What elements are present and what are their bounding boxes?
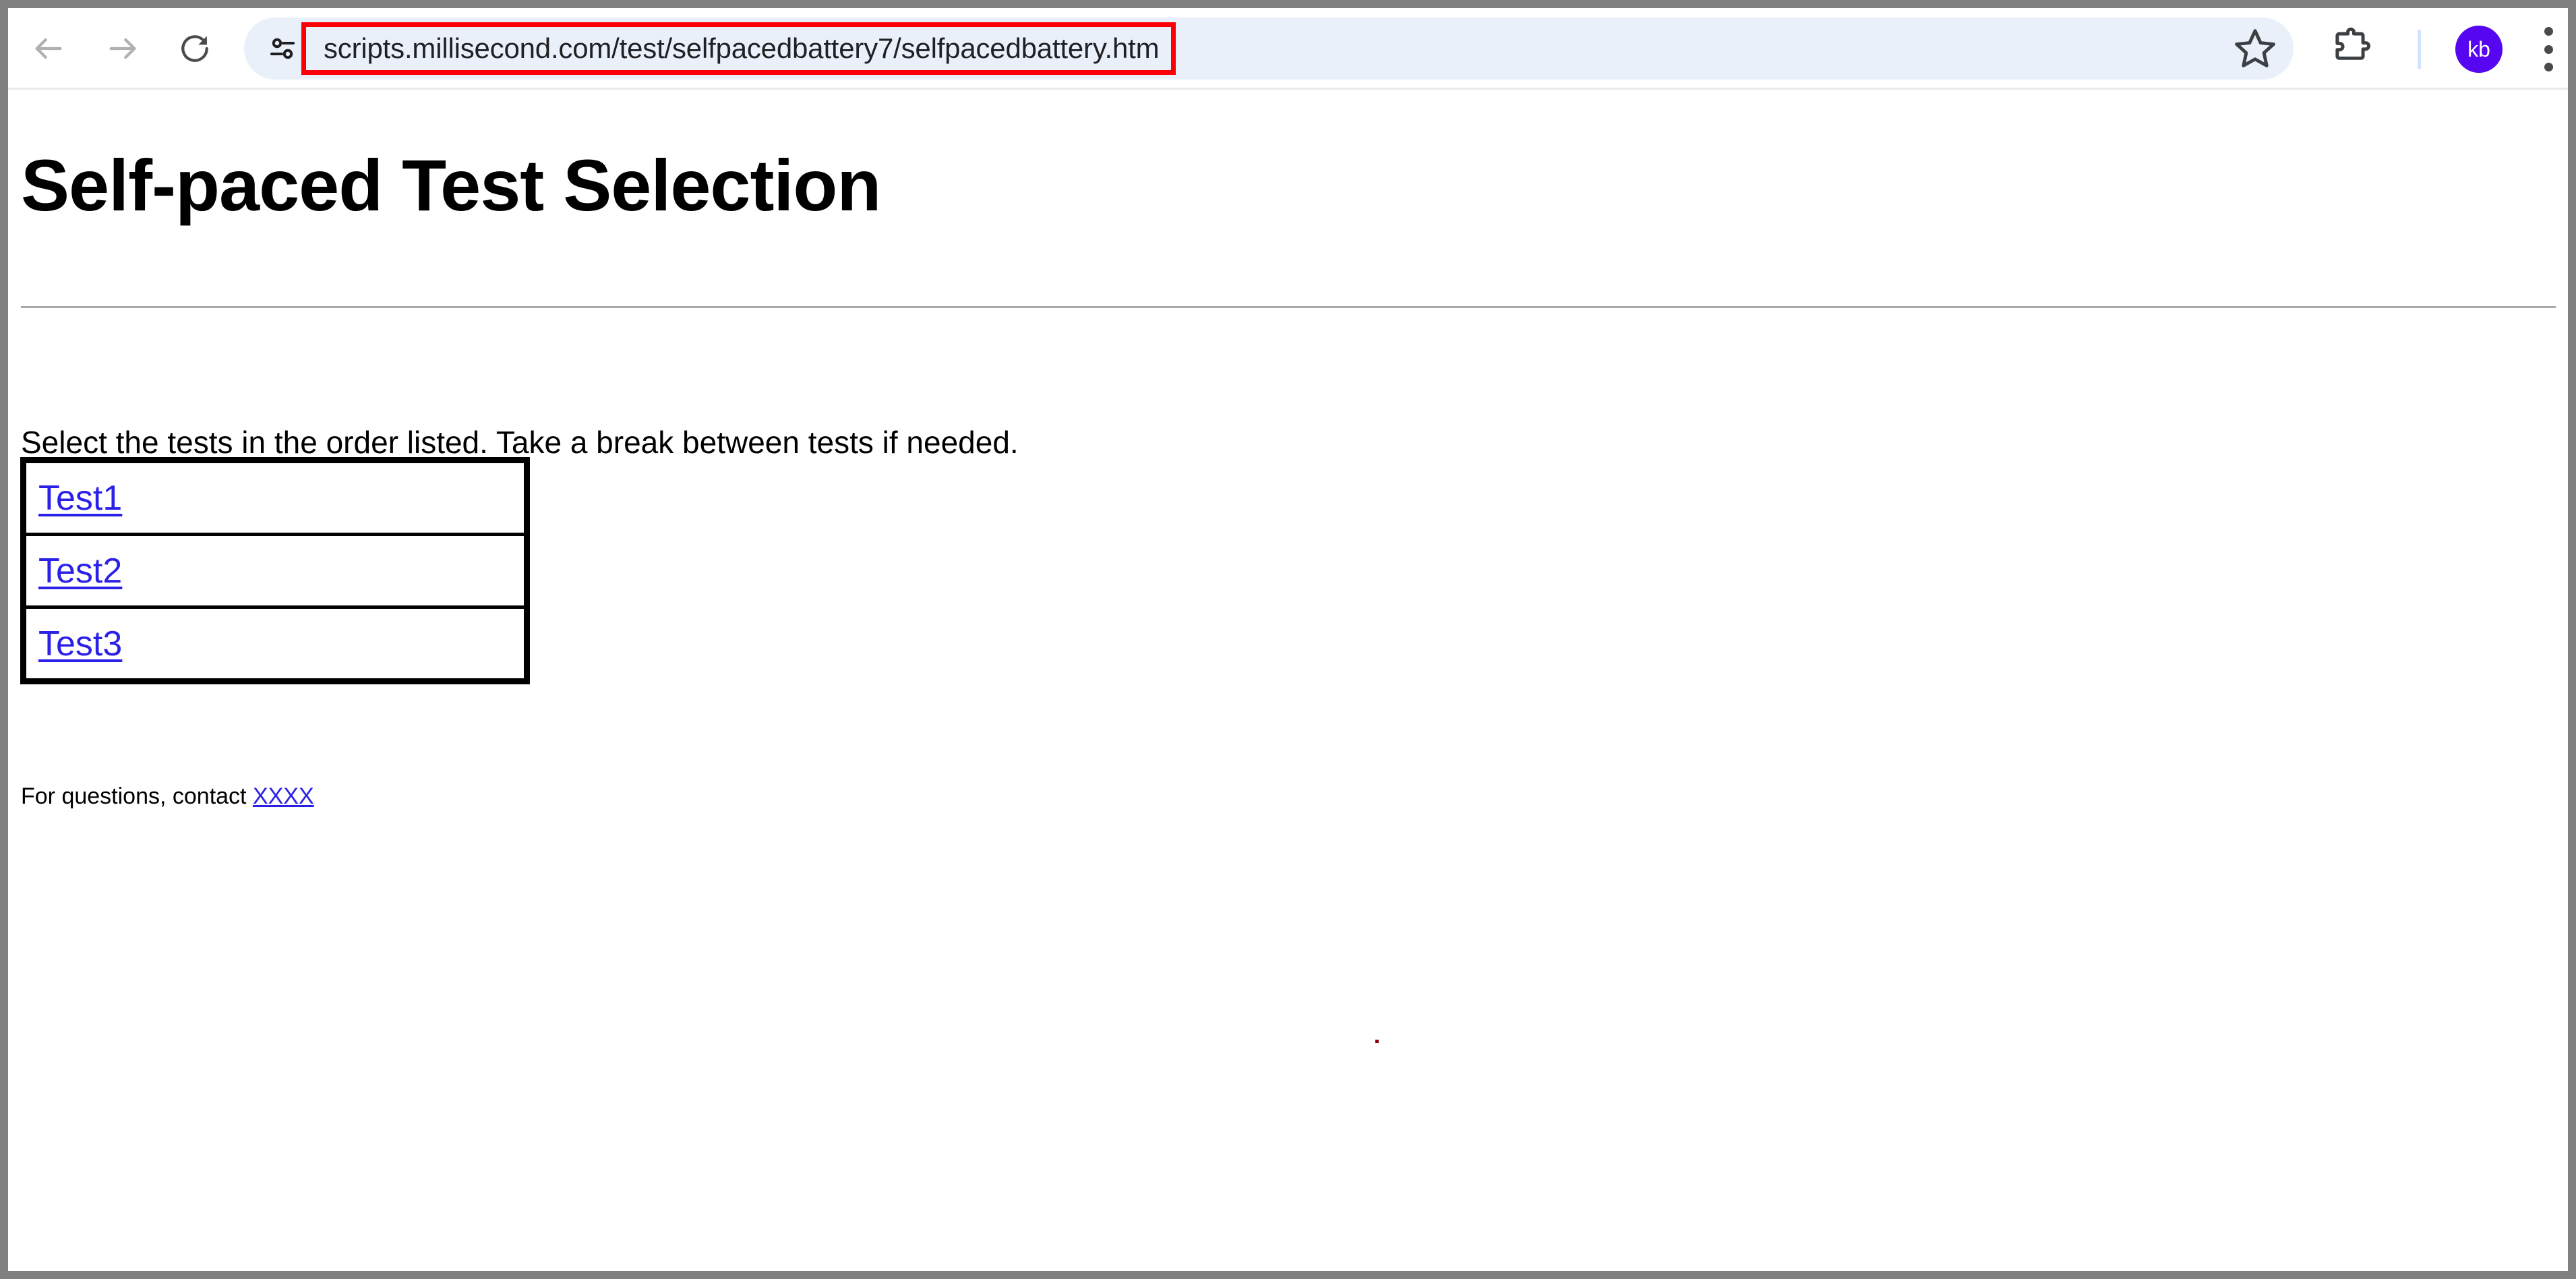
test-list-table: Test1 Test2 Test3 [20, 457, 530, 684]
browser-window: scripts.millisecond.com/test/selfpacedba… [0, 0, 2576, 1279]
contact-prefix: For questions, contact [21, 783, 253, 809]
table-row: Test1 [22, 458, 529, 536]
browser-toolbar: scripts.millisecond.com/test/selfpacedba… [8, 8, 2568, 90]
star-outline-icon[interactable] [2231, 25, 2279, 72]
arrow-left-icon [31, 31, 66, 66]
reload-button[interactable] [168, 22, 222, 76]
horizontal-rule [21, 306, 2556, 310]
url-highlight-box: scripts.millisecond.com/test/selfpacedba… [301, 22, 1176, 75]
menu-dot [2544, 44, 2553, 54]
address-bar[interactable]: scripts.millisecond.com/test/selfpacedba… [244, 18, 2294, 80]
reload-icon [178, 32, 212, 65]
menu-dot [2544, 27, 2553, 36]
forward-button[interactable] [96, 22, 150, 76]
three-dots-vertical-icon[interactable] [2535, 27, 2562, 71]
puzzle-piece-icon[interactable] [2327, 25, 2374, 72]
table-row: Test3 [22, 605, 529, 683]
test-link-2[interactable]: Test2 [38, 552, 122, 591]
url-field-wrapper[interactable]: scripts.millisecond.com/test/selfpacedba… [301, 18, 1176, 80]
intro-text: Select the tests in the order listed. Ta… [21, 425, 1019, 460]
tune-sliders-icon[interactable] [266, 32, 299, 65]
table-row: Test2 [22, 533, 529, 609]
avatar-initials: kb [2467, 37, 2490, 61]
arrow-right-icon [105, 31, 140, 66]
url-text[interactable]: scripts.millisecond.com/test/selfpacedba… [324, 32, 1160, 65]
contact-line: For questions, contact XXXX [21, 785, 314, 808]
table-cell: Test3 [22, 605, 529, 683]
cursor-marker [1375, 1040, 1379, 1043]
test-link-3[interactable]: Test3 [38, 624, 122, 663]
table-cell: Test1 [22, 458, 529, 536]
back-button[interactable] [22, 22, 76, 76]
avatar[interactable]: kb [2455, 26, 2503, 73]
menu-dot [2544, 63, 2553, 71]
contact-link[interactable]: XXXX [253, 783, 314, 809]
page-title: Self-paced Test Selection [21, 144, 881, 226]
table-cell: Test2 [22, 533, 529, 609]
test-link-1[interactable]: Test1 [38, 479, 122, 518]
toolbar-divider [2418, 30, 2421, 69]
page-content: Self-paced Test Selection Select the tes… [8, 92, 2568, 1271]
